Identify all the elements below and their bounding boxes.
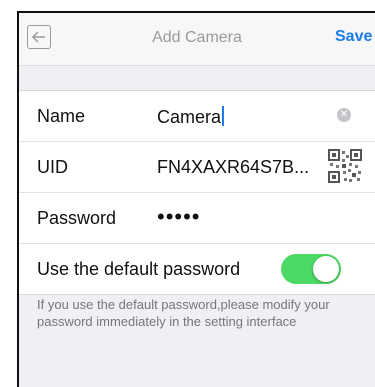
uid-row: UID FN4XAXR64S7B... bbox=[19, 142, 375, 193]
password-field[interactable]: ••••• bbox=[157, 204, 201, 230]
text-cursor bbox=[222, 106, 225, 126]
name-row: Name Camera ✕ bbox=[19, 91, 375, 142]
password-hint: If you use the default password,please m… bbox=[37, 297, 330, 329]
default-password-toggle[interactable] bbox=[281, 254, 341, 284]
default-password-label: Use the default password bbox=[37, 259, 241, 279]
toggle-knob bbox=[313, 256, 339, 282]
screen-frame: Add Camera Save Name Camera ✕ UID FN4XAX… bbox=[17, 11, 375, 387]
navigation-bar: Add Camera Save bbox=[19, 13, 375, 66]
default-password-row: Use the default password bbox=[19, 244, 375, 294]
clear-icon[interactable]: ✕ bbox=[337, 108, 351, 122]
password-label: Password bbox=[37, 208, 117, 228]
uid-field[interactable]: FN4XAXR64S7B... bbox=[157, 157, 309, 178]
page-title: Add Camera bbox=[152, 29, 242, 46]
qr-code-icon[interactable] bbox=[327, 148, 363, 184]
save-button[interactable]: Save bbox=[335, 28, 372, 46]
name-field[interactable]: Camera bbox=[157, 106, 225, 128]
name-label: Name bbox=[37, 106, 86, 126]
name-value: Camera bbox=[157, 107, 222, 127]
camera-form: Name Camera ✕ UID FN4XAXR64S7B... Passwo… bbox=[19, 90, 375, 295]
password-row: Password ••••• bbox=[19, 193, 375, 244]
uid-label: UID bbox=[37, 157, 68, 177]
